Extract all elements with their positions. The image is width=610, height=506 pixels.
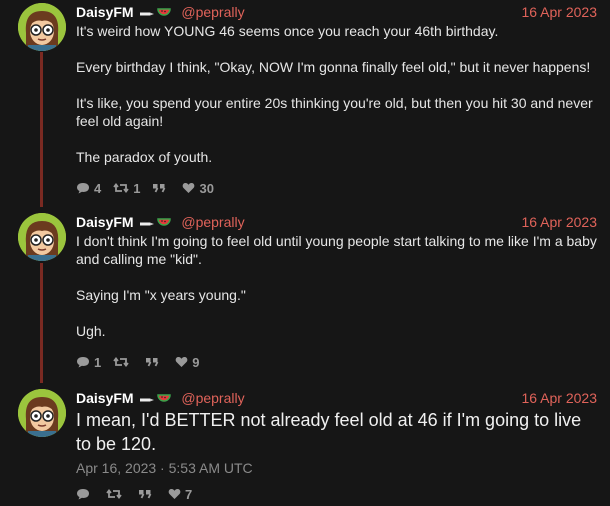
post-stats: 4 1 30 (76, 180, 597, 196)
repost-button[interactable]: 1 (113, 181, 140, 196)
like-button[interactable]: 7 (168, 487, 192, 502)
quote-icon (139, 490, 152, 499)
comment-icon (77, 357, 89, 368)
quote-button[interactable] (152, 183, 170, 193)
reply-button[interactable]: 1 (76, 355, 101, 370)
display-name[interactable]: DaisyFM (76, 4, 134, 20)
post-text: I mean, I'd BETTER not already feel old … (76, 410, 582, 454)
like-button[interactable]: 30 (182, 180, 214, 196)
post-stats: 7 (76, 486, 597, 502)
post: DaisyFM @peprally 16 Apr 2023 I don't th… (0, 213, 610, 370)
repost-button[interactable] (106, 488, 126, 500)
handle[interactable]: @peprally (181, 214, 244, 230)
post-text: Saying I'm "x years young." (76, 287, 246, 303)
quote-icon (146, 358, 159, 367)
pencil-badge-icon (140, 390, 155, 408)
comment-icon (77, 489, 89, 500)
like-count: 9 (192, 354, 200, 370)
heart-icon (168, 488, 181, 499)
watermelon-badge-icon (157, 390, 172, 408)
post: DaisyFM @peprally 16 Apr 2023 I mean, I'… (0, 389, 610, 504)
handle[interactable]: @peprally (181, 4, 244, 20)
display-name[interactable]: DaisyFM (76, 390, 134, 406)
quote-button[interactable] (145, 357, 163, 367)
display-name[interactable]: DaisyFM (76, 214, 134, 230)
avatar[interactable] (18, 389, 66, 437)
post-date[interactable]: 16 Apr 2023 (521, 213, 597, 231)
post-text: Ugh. (76, 323, 106, 339)
post-text: Every birthday I think, "Okay, NOW I'm g… (76, 59, 591, 75)
avatar[interactable] (18, 3, 66, 51)
quote-icon (153, 184, 166, 193)
post-text: It's like, you spend your entire 20s thi… (76, 95, 593, 129)
post-stats: 1 9 (76, 354, 597, 370)
heart-icon (175, 356, 188, 367)
handle[interactable]: @peprally (181, 390, 244, 406)
post-date[interactable]: 16 Apr 2023 (521, 3, 597, 21)
heart-icon (183, 182, 195, 193)
post-timestamp[interactable]: Apr 16, 2023 · 5:53 AM UTC (76, 460, 597, 476)
post-date[interactable]: 16 Apr 2023 (521, 389, 597, 407)
watermelon-badge-icon (157, 214, 172, 232)
reply-count: 1 (94, 354, 102, 370)
post-header: DaisyFM @peprally 16 Apr 2023 (76, 389, 597, 407)
repost-count: 1 (133, 180, 141, 196)
pencil-badge-icon (140, 4, 155, 22)
quote-button[interactable] (138, 489, 156, 499)
post: DaisyFM @peprally 16 Apr 2023 It's weird… (0, 3, 610, 198)
comment-icon (77, 183, 89, 194)
post-header: DaisyFM @peprally 16 Apr 2023 (76, 3, 597, 21)
watermelon-badge-icon (157, 4, 172, 22)
post-text: The paradox of youth. (76, 149, 213, 165)
reply-button[interactable]: 4 (76, 181, 101, 196)
repost-button[interactable] (113, 356, 133, 368)
post-text: It's weird how YOUNG 46 seems once you r… (76, 23, 499, 39)
like-count: 7 (185, 486, 193, 502)
avatar[interactable] (18, 213, 66, 261)
like-button[interactable]: 9 (175, 355, 199, 370)
reply-button[interactable] (76, 488, 94, 500)
repost-icon (113, 183, 129, 193)
like-count: 30 (199, 180, 214, 196)
reply-count: 4 (94, 180, 102, 196)
repost-icon (106, 489, 122, 499)
post-header: DaisyFM @peprally 16 Apr 2023 (76, 213, 597, 231)
repost-icon (113, 357, 129, 367)
post-text: I don't think I'm going to feel old unti… (76, 233, 597, 267)
thread: DaisyFM @peprally 16 Apr 2023 It's weird… (0, 0, 610, 506)
pencil-badge-icon (140, 214, 155, 232)
